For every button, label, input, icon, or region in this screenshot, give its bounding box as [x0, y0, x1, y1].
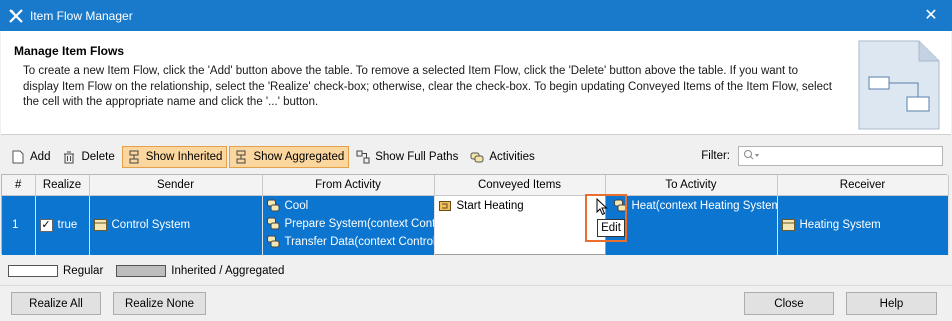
title-bar: Item Flow Manager ✕ — [0, 0, 952, 31]
list-item: Prepare System(context Contro — [263, 215, 434, 233]
divider — [0, 285, 952, 286]
panel-title: Manage Item Flows — [14, 44, 125, 58]
cell-to-activity[interactable]: Heat(context Heating System) — [605, 195, 778, 255]
to-activity-name: Heat(context Heating System) — [631, 199, 777, 212]
conveyed-item-name: Start Heating — [456, 199, 524, 212]
show-full-paths-label: Show Full Paths — [375, 151, 459, 163]
realize-group: ✓ true — [36, 196, 89, 255]
hierarchy-icon — [127, 150, 141, 164]
block-icon — [782, 218, 796, 232]
receiver-name: Heating System — [799, 219, 881, 231]
delete-label: Delete — [81, 151, 115, 163]
show-aggregated-label: Show Aggregated — [253, 151, 345, 163]
description-panel: Manage Item Flows To create a new Item F… — [1, 31, 951, 135]
column-header-sender[interactable]: Sender — [89, 175, 263, 196]
column-header-index[interactable]: # — [2, 175, 36, 196]
column-header-receiver[interactable]: Receiver — [777, 175, 949, 196]
add-button[interactable]: Add — [6, 146, 55, 168]
app-icon — [8, 8, 24, 24]
realize-checkbox[interactable]: ✓ — [39, 218, 53, 232]
action-icon — [267, 199, 281, 213]
inherited-swatch — [116, 265, 167, 277]
column-header-conveyed-items[interactable]: Conveyed Items — [434, 175, 606, 196]
cell-index[interactable]: 1 — [2, 195, 36, 255]
filter-group: Filter: — [701, 146, 943, 166]
aggregation-icon — [234, 150, 248, 164]
realize-value: true — [57, 219, 78, 231]
activities-button[interactable]: Activities — [465, 146, 539, 168]
action-icon — [267, 217, 281, 231]
block-icon — [94, 218, 108, 232]
list-item: Cool — [263, 197, 434, 215]
panel-description: To create a new Item Flow, click the 'Ad… — [23, 65, 832, 108]
close-window-icon[interactable]: ✕ — [920, 4, 942, 26]
activities-label: Activities — [489, 151, 535, 163]
mouse-pointer-icon — [596, 197, 608, 216]
cell-conveyed-items[interactable]: Start Heating — [433, 194, 606, 255]
from-activity-name: Transfer Data(context Control — [284, 235, 434, 248]
table-header: # Realize Sender From Activity Conveyed … — [2, 175, 949, 196]
document-diagram-icon — [855, 39, 943, 131]
sender-group: Control System — [90, 196, 262, 255]
filter-label: Filter: — [701, 150, 730, 162]
delete-button[interactable]: Delete — [57, 146, 119, 168]
show-full-paths-button[interactable]: Show Full Paths — [351, 146, 463, 168]
close-button[interactable]: Close — [744, 292, 834, 315]
action-icon — [267, 235, 281, 249]
regular-swatch — [8, 265, 58, 277]
edit-tooltip: Edit — [597, 219, 625, 237]
activity-icon — [470, 150, 484, 164]
realize-none-button[interactable]: Realize None — [113, 292, 206, 315]
add-label: Add — [30, 151, 51, 163]
new-document-icon — [11, 150, 25, 164]
list-item: Start Heating — [435, 197, 605, 215]
cell-receiver[interactable]: Heating System — [777, 195, 949, 255]
cell-from-activity[interactable]: Cool Prepare System(context Contro Trans… — [262, 195, 435, 255]
cell-realize[interactable]: ✓ true — [35, 195, 90, 255]
item-flow-table: # Realize Sender From Activity Conveyed … — [1, 174, 949, 255]
cell-sender[interactable]: Control System — [89, 195, 263, 255]
legend-inherited: Inherited / Aggregated — [171, 265, 285, 277]
row-index: 1 — [12, 219, 19, 231]
legend: Regular Inherited / Aggregated — [8, 265, 295, 277]
show-inherited-label: Show Inherited — [145, 151, 223, 163]
window-title: Item Flow Manager — [30, 8, 133, 23]
from-activity-name: Cool — [284, 199, 309, 212]
help-button[interactable]: Help — [846, 292, 937, 315]
filter-input[interactable] — [738, 146, 943, 166]
column-header-from-activity[interactable]: From Activity — [262, 175, 435, 196]
signal-icon — [439, 199, 453, 213]
column-header-realize[interactable]: Realize — [35, 175, 90, 196]
list-item: Transfer Data(context Control — [263, 233, 434, 251]
show-inherited-toggle[interactable]: Show Inherited — [121, 146, 228, 168]
sender-name: Control System — [111, 219, 191, 231]
realize-all-button[interactable]: Realize All — [11, 292, 101, 315]
column-header-to-activity[interactable]: To Activity — [605, 175, 778, 196]
list-item: Heat(context Heating System) — [606, 197, 777, 215]
search-icon — [743, 149, 761, 164]
from-activity-name: Prepare System(context Contro — [284, 217, 434, 230]
toolbar: Add Delete Show Inherited Show Aggregate… — [1, 144, 951, 170]
trash-icon — [62, 150, 76, 164]
receiver-group: Heating System — [778, 196, 948, 255]
path-icon — [356, 150, 370, 164]
table-row[interactable]: 1 ✓ true Control System Cool Prepare Sys… — [2, 194, 949, 255]
legend-regular: Regular — [63, 265, 104, 277]
show-aggregated-toggle[interactable]: Show Aggregated — [229, 146, 350, 168]
